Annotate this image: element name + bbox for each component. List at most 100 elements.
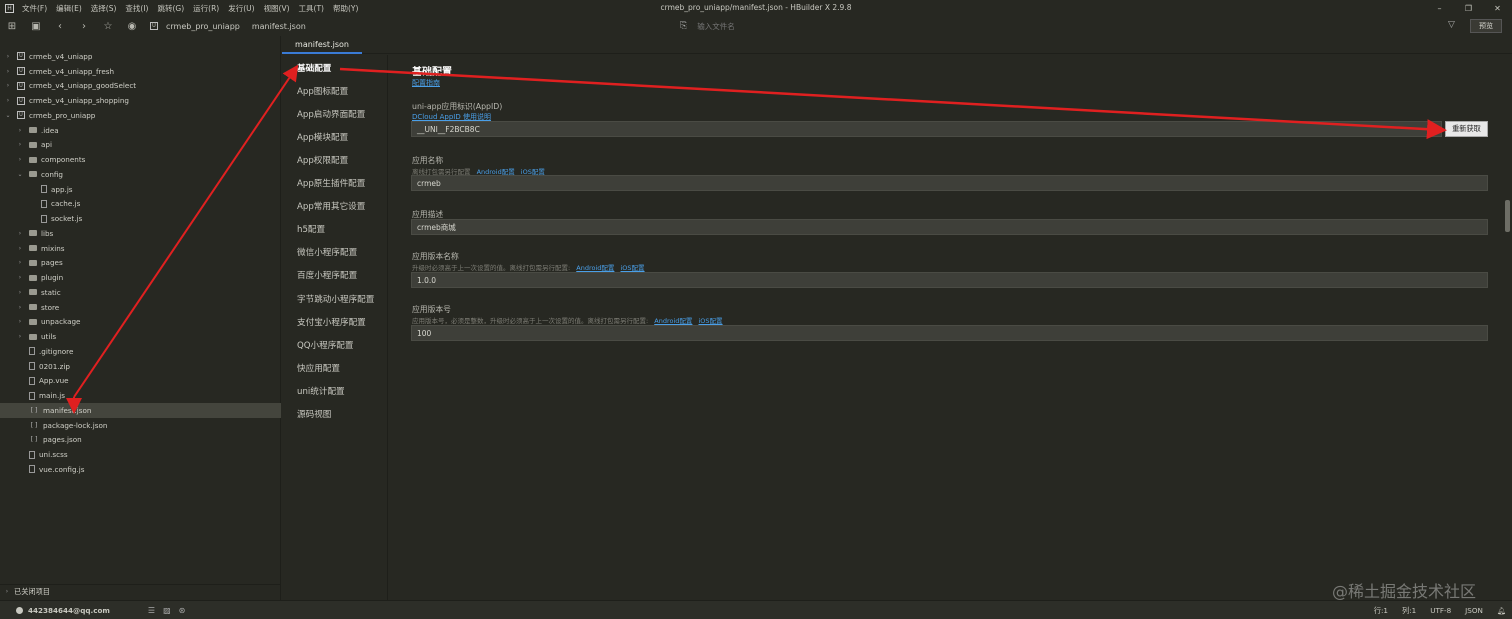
expand-chevron-icon[interactable]: ›: [4, 68, 12, 75]
version-name-ios-link[interactable]: iOS配置: [621, 264, 645, 272]
config-nav-item[interactable]: App权限配置: [297, 154, 348, 166]
config-nav-item[interactable]: uni统计配置: [297, 385, 345, 397]
tree-file-row[interactable]: App.vue: [0, 374, 281, 389]
encoding[interactable]: UTF-8: [1430, 606, 1451, 615]
tree-file-row[interactable]: [ ] pages.json: [0, 433, 281, 448]
tree-folder-row[interactable]: ⌄ config: [0, 167, 281, 182]
menu-item[interactable]: 文件(F): [22, 3, 47, 14]
tree-folder-row[interactable]: › Ucrmeb_v4_uniapp_goodSelect: [0, 79, 281, 94]
version-code-field[interactable]: 100: [411, 325, 1488, 341]
config-nav-item[interactable]: 字节跳动小程序配置: [297, 293, 374, 305]
expand-chevron-icon[interactable]: ⌄: [4, 112, 12, 119]
breadcrumb-project[interactable]: crmeb_pro_uniapp: [166, 22, 240, 31]
save-icon[interactable]: ▣: [24, 16, 48, 36]
breadcrumb-file[interactable]: manifest.json: [252, 22, 306, 31]
expand-chevron-icon[interactable]: ›: [16, 156, 24, 163]
version-code-android-link[interactable]: Android配置: [654, 317, 692, 325]
tree-file-row[interactable]: cache.js: [0, 197, 281, 212]
appid-field[interactable]: __UNI__F2BCB8C: [411, 121, 1442, 137]
expand-chevron-icon[interactable]: ›: [16, 274, 24, 281]
bell-icon[interactable]: 🔔︎: [1497, 606, 1506, 615]
expand-chevron-icon[interactable]: ›: [16, 259, 24, 266]
menu-item[interactable]: 发行(U): [228, 3, 254, 14]
tree-folder-row[interactable]: › mixins: [0, 241, 281, 256]
config-nav-item[interactable]: h5配置: [297, 223, 325, 235]
closed-projects[interactable]: › 已关闭项目: [0, 584, 281, 598]
expand-chevron-icon[interactable]: ›: [16, 289, 24, 296]
tree-folder-row[interactable]: › Ucrmeb_v4_uniapp_shopping: [0, 93, 281, 108]
tree-folder-row[interactable]: › static: [0, 285, 281, 300]
expand-chevron-icon[interactable]: ›: [16, 230, 24, 237]
tree-folder-row[interactable]: › libs: [0, 226, 281, 241]
config-nav-item[interactable]: App原生插件配置: [297, 177, 365, 189]
version-code-ios-link[interactable]: iOS配置: [699, 317, 723, 325]
menu-item[interactable]: 帮助(Y): [333, 3, 358, 14]
config-nav-item[interactable]: 微信小程序配置: [297, 246, 357, 258]
close-icon[interactable]: ✕: [1483, 0, 1512, 16]
tree-folder-row[interactable]: › utils: [0, 329, 281, 344]
file-search-input[interactable]: [697, 21, 898, 31]
config-nav-item[interactable]: 百度小程序配置: [297, 269, 357, 281]
config-nav-item[interactable]: QQ小程序配置: [297, 339, 354, 351]
expand-chevron-icon[interactable]: ›: [4, 82, 12, 89]
menu-item[interactable]: 编辑(E): [56, 3, 82, 14]
version-name-android-link[interactable]: Android配置: [576, 264, 614, 272]
expand-chevron-icon[interactable]: ›: [16, 333, 24, 340]
tree-file-row[interactable]: 0201.zip: [0, 359, 281, 374]
menu-item[interactable]: 视图(V): [264, 3, 290, 14]
user-account[interactable]: 442384644@qq.com: [16, 606, 110, 615]
tree-folder-row[interactable]: › components: [0, 152, 281, 167]
tree-folder-row[interactable]: › Ucrmeb_v4_uniapp: [0, 49, 281, 64]
config-guide-link[interactable]: 配置指南: [412, 78, 440, 88]
tree-file-row[interactable]: app.js: [0, 182, 281, 197]
tree-folder-row[interactable]: › api: [0, 138, 281, 153]
minimize-icon[interactable]: –: [1425, 0, 1454, 16]
expand-chevron-icon[interactable]: ›: [16, 318, 24, 325]
expand-chevron-icon[interactable]: ›: [16, 245, 24, 252]
tree-folder-row[interactable]: › .idea: [0, 123, 281, 138]
menu-item[interactable]: 工具(T): [299, 3, 324, 14]
back-icon[interactable]: ‹: [48, 16, 72, 36]
expand-chevron-icon[interactable]: ›: [16, 127, 24, 134]
tree-file-row[interactable]: [ ] package-lock.json: [0, 418, 281, 433]
forward-icon[interactable]: ›: [72, 16, 96, 36]
restore-icon[interactable]: ❐: [1454, 0, 1483, 16]
config-nav-item[interactable]: 快应用配置: [297, 362, 340, 374]
vertical-scrollbar[interactable]: [1505, 200, 1510, 232]
app-desc-field[interactable]: crmeb商城: [411, 219, 1488, 235]
config-nav-item[interactable]: 源码视图: [297, 408, 331, 420]
menu-item[interactable]: 查找(I): [125, 3, 148, 14]
tree-file-row[interactable]: vue.config.js: [0, 462, 281, 477]
menu-item[interactable]: 跳转(G): [157, 3, 184, 14]
star-icon[interactable]: ☆: [96, 16, 120, 36]
tree-file-row[interactable]: socket.js: [0, 211, 281, 226]
menu-item[interactable]: 运行(R): [193, 3, 219, 14]
config-nav-item[interactable]: App常用其它设置: [297, 200, 365, 212]
expand-chevron-icon[interactable]: ›: [16, 141, 24, 148]
expand-chevron-icon[interactable]: ›: [4, 53, 12, 60]
app-name-field[interactable]: crmeb: [411, 175, 1488, 191]
tab-manifest[interactable]: manifest.json: [282, 36, 362, 54]
tree-folder-row[interactable]: ⌄ Ucrmeb_pro_uniapp: [0, 108, 281, 123]
config-nav-item[interactable]: 支付宝小程序配置: [297, 316, 366, 328]
plugin-icon[interactable]: ⊛: [179, 606, 186, 615]
menu-item[interactable]: 选择(S): [91, 3, 117, 14]
tree-folder-row[interactable]: › plugin: [0, 270, 281, 285]
preview-button[interactable]: 预览: [1470, 19, 1502, 33]
config-nav-item[interactable]: App图标配置: [297, 85, 348, 97]
language-mode[interactable]: JSON: [1465, 606, 1483, 615]
filter-icon[interactable]: ▽: [1448, 20, 1455, 30]
version-name-field[interactable]: 1.0.0: [411, 272, 1488, 288]
tree-file-row[interactable]: uni.scss: [0, 447, 281, 462]
config-nav-item[interactable]: App启动界面配置: [297, 108, 365, 120]
image-icon[interactable]: ▨: [163, 606, 171, 615]
expand-chevron-icon[interactable]: ›: [16, 304, 24, 311]
run-icon[interactable]: ◉: [120, 16, 144, 36]
tree-folder-row[interactable]: › Ucrmeb_v4_uniapp_fresh: [0, 64, 281, 79]
expand-chevron-icon[interactable]: ⌄: [16, 171, 24, 178]
refresh-appid-button[interactable]: 重新获取: [1445, 121, 1488, 137]
tree-file-row[interactable]: [ ] manifest.json: [0, 403, 281, 418]
new-file-icon[interactable]: ⊞: [0, 16, 24, 36]
expand-chevron-icon[interactable]: ›: [4, 97, 12, 104]
tree-file-row[interactable]: main.js: [0, 388, 281, 403]
